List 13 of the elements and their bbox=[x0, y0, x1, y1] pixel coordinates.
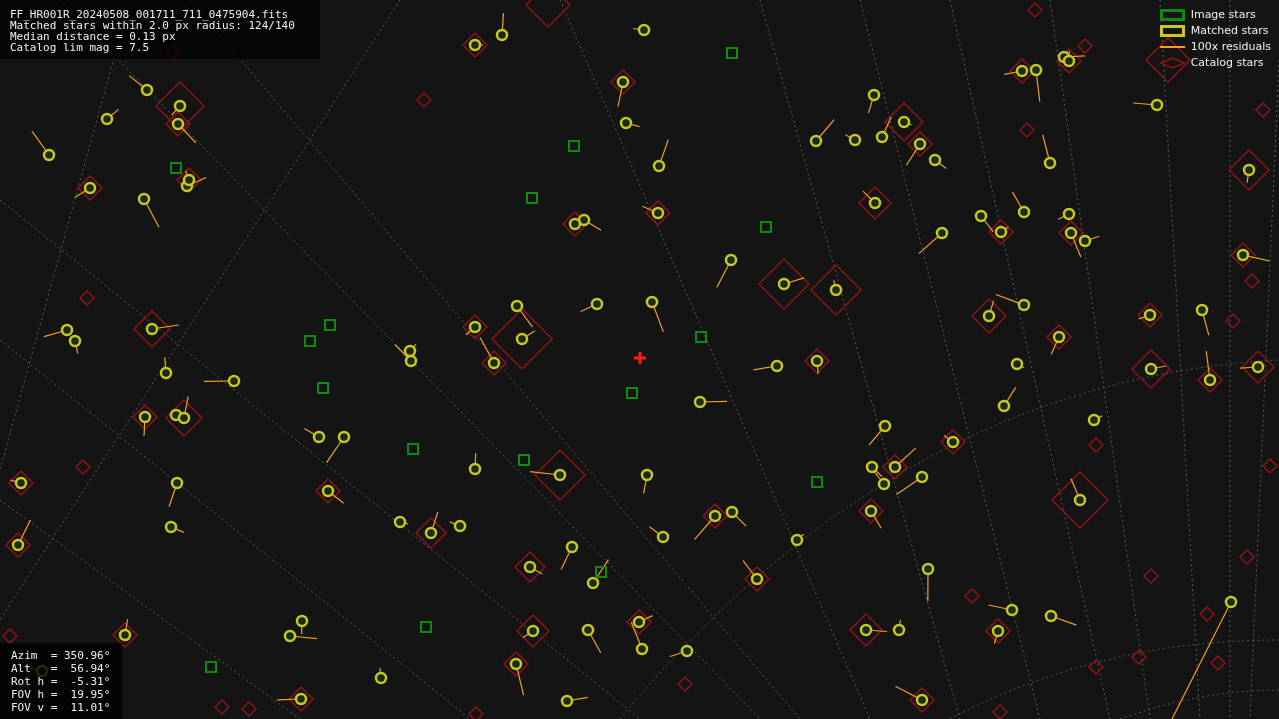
readout-text: Alt = 56.94° bbox=[11, 663, 111, 674]
readout-text: FOV h = 19.95° bbox=[11, 689, 111, 700]
info-text: FF_HR001R_20240508_001711_711_0475904.fits bbox=[10, 9, 289, 20]
legend-label: Catalog stars bbox=[1190, 56, 1264, 69]
readout-text: FOV v = 11.01° bbox=[11, 702, 111, 713]
legend-label: 100x residuals bbox=[1190, 40, 1271, 53]
info-text: Matched stars within 2.0 px radius: 124/140 bbox=[10, 20, 295, 31]
readout-text: Rot h = -5.31° bbox=[11, 676, 111, 687]
legend-label: Image stars bbox=[1190, 8, 1256, 21]
info-text: Median distance = 0.13 px bbox=[10, 31, 176, 42]
info-text: Catalog lim mag = 7.5 bbox=[10, 42, 150, 53]
legend-label: Matched stars bbox=[1190, 24, 1269, 37]
readout-text: Azim = 350.96° bbox=[11, 650, 111, 661]
